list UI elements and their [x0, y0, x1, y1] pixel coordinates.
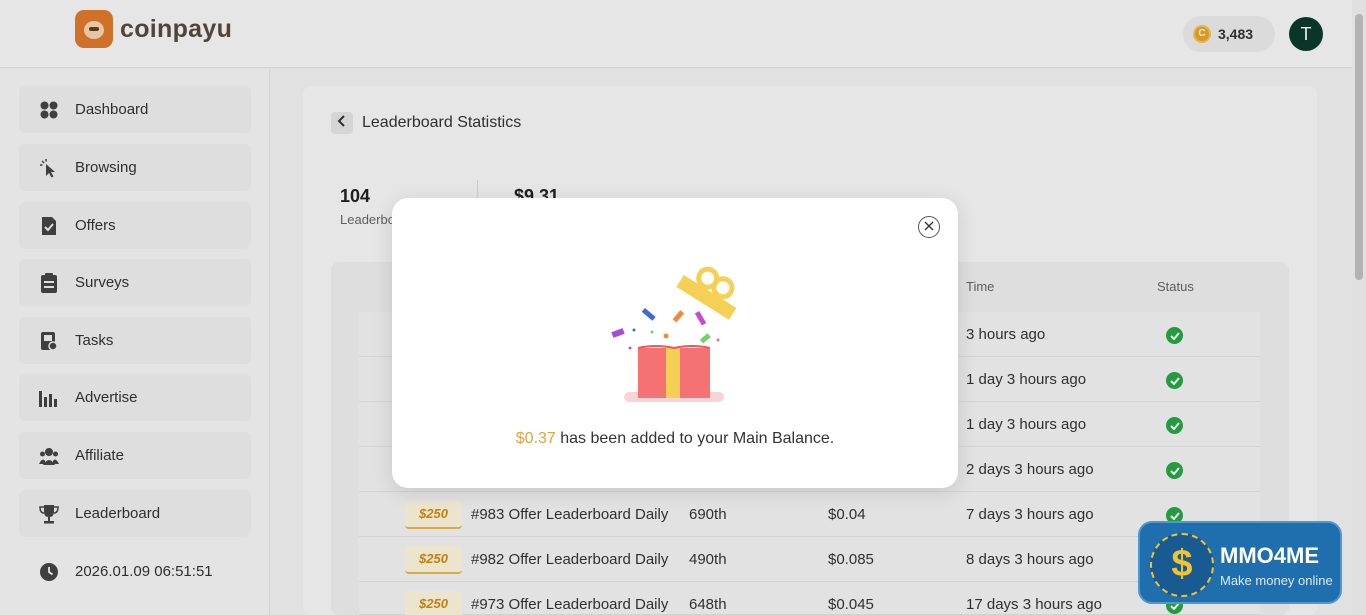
reward-amount: $0.37	[515, 430, 556, 447]
gift-box-icon	[606, 266, 746, 411]
mmo4me-watermark: $ MMO4ME Make money online	[1138, 521, 1342, 604]
reward-message: $0.37 has been added to your Main Balanc…	[392, 430, 958, 448]
reward-message-text: has been added to your Main Balance.	[555, 430, 835, 447]
dollar-symbol: $	[1171, 543, 1193, 585]
close-button[interactable]	[918, 216, 940, 238]
reward-modal: $0.37 has been added to your Main Balanc…	[392, 198, 958, 488]
watermark-title: MMO4ME	[1220, 543, 1319, 568]
watermark-subtitle: Make money online	[1220, 573, 1333, 588]
dollar-coin-icon: $	[1150, 533, 1214, 597]
close-icon	[924, 218, 934, 236]
